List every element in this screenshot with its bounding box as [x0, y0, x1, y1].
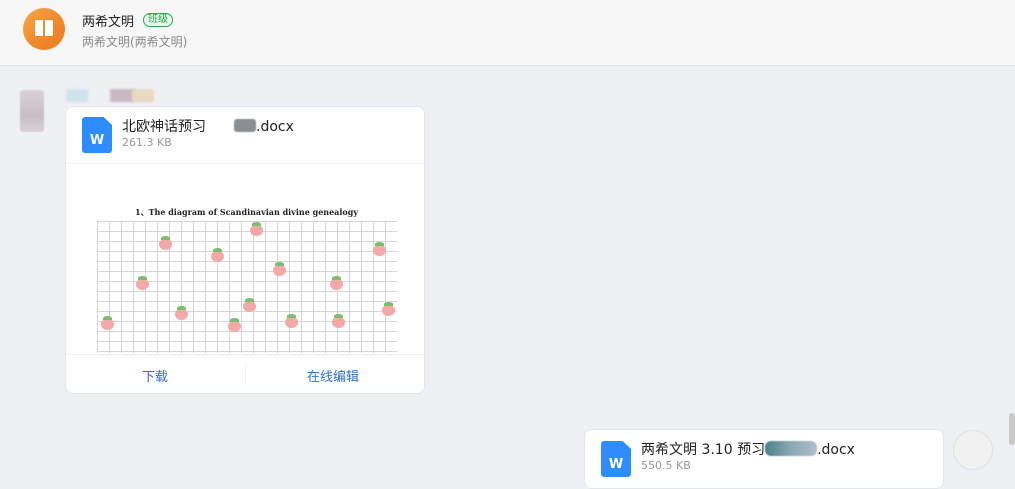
- sender-name-redacted: [66, 89, 88, 102]
- strawberry-sticker-icon: [175, 306, 188, 320]
- file-message-card[interactable]: W 北欧神话预习 .docx 261.3 KB 1、The diagram of …: [65, 106, 425, 394]
- file-name-prefix: 北欧神话预习: [122, 119, 206, 135]
- strawberry-sticker-icon: [243, 298, 256, 312]
- document-preview[interactable]: 1、The diagram of Scandinavian divine gen…: [97, 203, 397, 353]
- strawberry-sticker-icon: [228, 318, 241, 332]
- strawberry-sticker-icon: [332, 314, 345, 328]
- file-name-suffix: .docx: [256, 119, 294, 135]
- file-size: 550.5 KB: [641, 459, 691, 472]
- preview-heading: 1、The diagram of Scandinavian divine gen…: [135, 207, 358, 217]
- chat-header: 两希文明 班级 两希文明(两希文明): [0, 0, 1015, 66]
- strawberry-sticker-icon: [273, 262, 286, 276]
- strawberry-sticker-icon: [159, 236, 172, 250]
- strawberry-sticker-icon: [285, 314, 298, 328]
- my-avatar[interactable]: [953, 430, 993, 470]
- divider: [245, 365, 246, 385]
- strawberry-sticker-icon: [101, 316, 114, 330]
- file-name-redacted: [234, 119, 256, 132]
- class-badge: 班级: [143, 13, 173, 27]
- file-name-suffix: .docx: [817, 442, 855, 458]
- strawberry-sticker-icon: [211, 248, 224, 262]
- strawberry-sticker-icon: [136, 276, 149, 290]
- doc-icon-letter: W: [89, 133, 105, 148]
- word-doc-icon: W: [82, 117, 112, 153]
- file-name[interactable]: 两希文明 3.10 预习 .docx: [641, 439, 855, 459]
- genealogy-diagram-image: [97, 221, 397, 353]
- chat-subtitle: 两希文明(两希文明): [82, 35, 188, 49]
- chat-title: 两希文明: [82, 15, 135, 30]
- sender-name-redacted: [110, 89, 134, 102]
- file-name[interactable]: 北欧神话预习 .docx: [122, 116, 294, 136]
- sender-avatar[interactable]: [20, 90, 44, 132]
- edit-online-button[interactable]: 在线编辑: [307, 366, 359, 385]
- file-actions: 下载 在线编辑: [66, 354, 424, 393]
- divider: [66, 163, 424, 164]
- file-size: 261.3 KB: [122, 136, 172, 149]
- sender-name-redacted: [132, 89, 154, 102]
- strawberry-sticker-icon: [330, 276, 343, 290]
- book-icon: [35, 20, 53, 36]
- strawberry-sticker-icon: [373, 242, 386, 256]
- scrollbar[interactable]: [1009, 413, 1015, 445]
- strawberry-sticker-icon: [382, 302, 395, 316]
- download-button[interactable]: 下载: [142, 366, 168, 385]
- doc-icon-letter: W: [608, 457, 624, 472]
- word-doc-icon: W: [601, 441, 631, 477]
- group-avatar[interactable]: [23, 8, 65, 50]
- file-name-redacted: [765, 441, 818, 456]
- file-name-prefix: 两希文明 3.10 预习: [641, 442, 766, 458]
- strawberry-sticker-icon: [250, 222, 263, 236]
- file-message-card[interactable]: W 两希文明 3.10 预习 .docx 550.5 KB: [584, 429, 944, 489]
